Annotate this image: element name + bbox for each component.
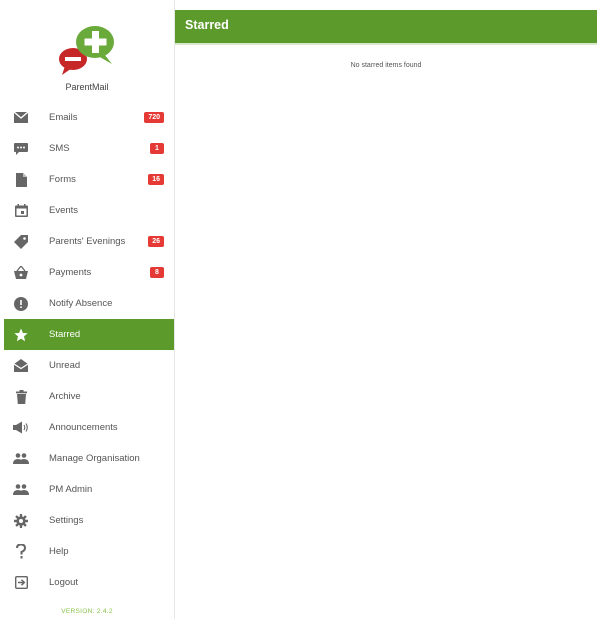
help-icon (13, 544, 29, 560)
count-badge: 720 (144, 112, 164, 123)
people-icon (13, 451, 29, 467)
alert-icon (13, 296, 29, 312)
envelope-icon (13, 110, 29, 126)
sidebar-item-starred[interactable]: Starred (4, 319, 174, 350)
sidebar-item-label: Logout (49, 577, 79, 588)
sidebar-item-label: Parents' Evenings (49, 236, 126, 247)
sidebar-item-label: Help (49, 546, 69, 557)
sidebar-item-events[interactable]: Events (4, 195, 174, 226)
sidebar-item-unread[interactable]: Unread (4, 350, 174, 381)
gear-icon (13, 513, 29, 529)
sidebar-item-label: SMS (49, 143, 70, 154)
sidebar-item-emails[interactable]: Emails 720 (4, 102, 174, 133)
document-icon (13, 172, 29, 188)
calendar-icon (13, 203, 29, 219)
sidebar-item-label: Forms (49, 174, 76, 185)
sidebar-item-help[interactable]: Help (4, 536, 174, 567)
sidebar-item-label: Notify Absence (49, 298, 113, 309)
sidebar-item-label: Events (49, 205, 79, 216)
logout-icon (13, 575, 29, 591)
sidebar-item-label: Manage Organisation (49, 453, 140, 464)
logo: ParentMail (0, 0, 174, 100)
sidebar-item-label: PM Admin (49, 484, 93, 495)
brand-name: ParentMail (65, 82, 109, 92)
tag-icon (13, 234, 29, 250)
sidebar: ParentMail Emails 720 SMS 1 Forms 16 Eve… (0, 0, 175, 619)
sidebar-item-label: Payments (49, 267, 92, 278)
sms-icon (13, 141, 29, 157)
empty-state-message: No starred items found (350, 62, 422, 69)
count-badge: 16 (148, 174, 164, 185)
sidebar-item-manage-organisation[interactable]: Manage Organisation (4, 443, 174, 474)
sidebar-item-label: Unread (49, 360, 81, 371)
sidebar-item-parents-evenings[interactable]: Parents' Evenings 26 (4, 226, 174, 257)
sidebar-item-settings[interactable]: Settings (4, 505, 174, 536)
basket-icon (13, 265, 29, 281)
megaphone-icon (13, 420, 29, 436)
version-label: VERSION: 2.4.2 (61, 608, 113, 615)
sidebar-item-payments[interactable]: Payments 8 (4, 257, 174, 288)
people-icon (13, 482, 29, 498)
page-title: Starred (185, 18, 229, 32)
sidebar-item-pm-admin[interactable]: PM Admin (4, 474, 174, 505)
sidebar-item-label: Emails (49, 112, 78, 123)
sidebar-item-archive[interactable]: Archive (4, 381, 174, 412)
sidebar-nav: Emails 720 SMS 1 Forms 16 Events Parents… (4, 102, 174, 598)
trash-icon (13, 389, 29, 405)
count-badge: 1 (150, 143, 164, 154)
open-envelope-icon (13, 358, 29, 374)
sidebar-item-sms[interactable]: SMS 1 (4, 133, 174, 164)
sidebar-item-notify-absence[interactable]: Notify Absence (4, 288, 174, 319)
star-icon (13, 327, 29, 343)
sidebar-item-label: Starred (49, 329, 81, 340)
sidebar-item-forms[interactable]: Forms 16 (4, 164, 174, 195)
parentmail-logo-icon (59, 26, 114, 75)
count-badge: 8 (150, 267, 164, 278)
header-bar: Starred (175, 10, 597, 45)
sidebar-item-label: Announcements (49, 422, 118, 433)
sidebar-item-logout[interactable]: Logout (4, 567, 174, 598)
sidebar-item-label: Archive (49, 391, 81, 402)
sidebar-item-announcements[interactable]: Announcements (4, 412, 174, 443)
count-badge: 26 (148, 236, 164, 247)
sidebar-item-label: Settings (49, 515, 84, 526)
